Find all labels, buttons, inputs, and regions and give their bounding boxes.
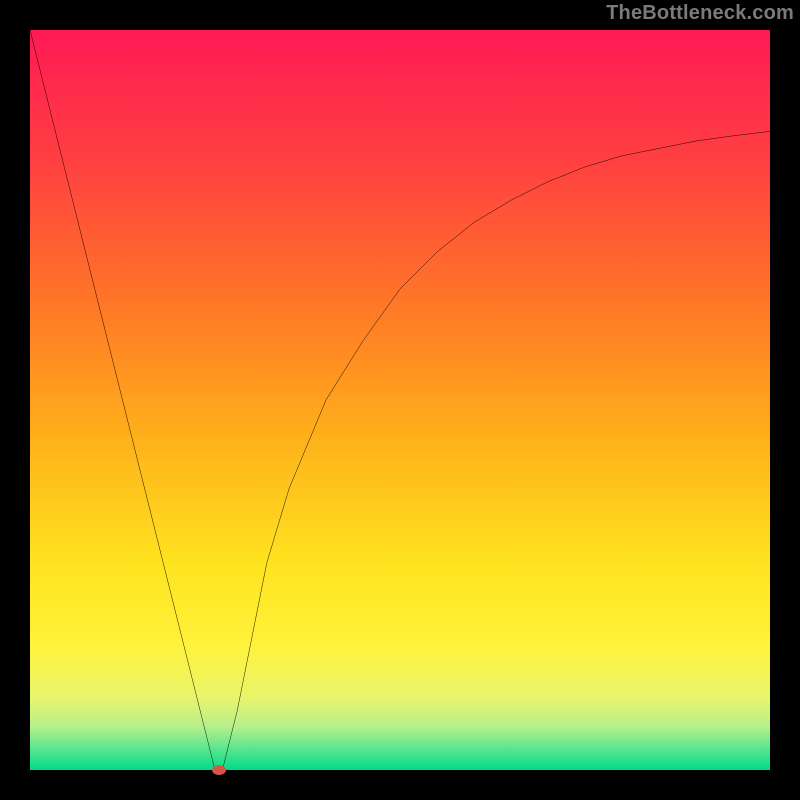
optimal-point-marker (212, 765, 226, 775)
chart-frame: TheBottleneck.com (0, 0, 800, 800)
watermark-text: TheBottleneck.com (606, 2, 794, 25)
background-gradient (30, 30, 770, 770)
plot-area (30, 30, 770, 770)
